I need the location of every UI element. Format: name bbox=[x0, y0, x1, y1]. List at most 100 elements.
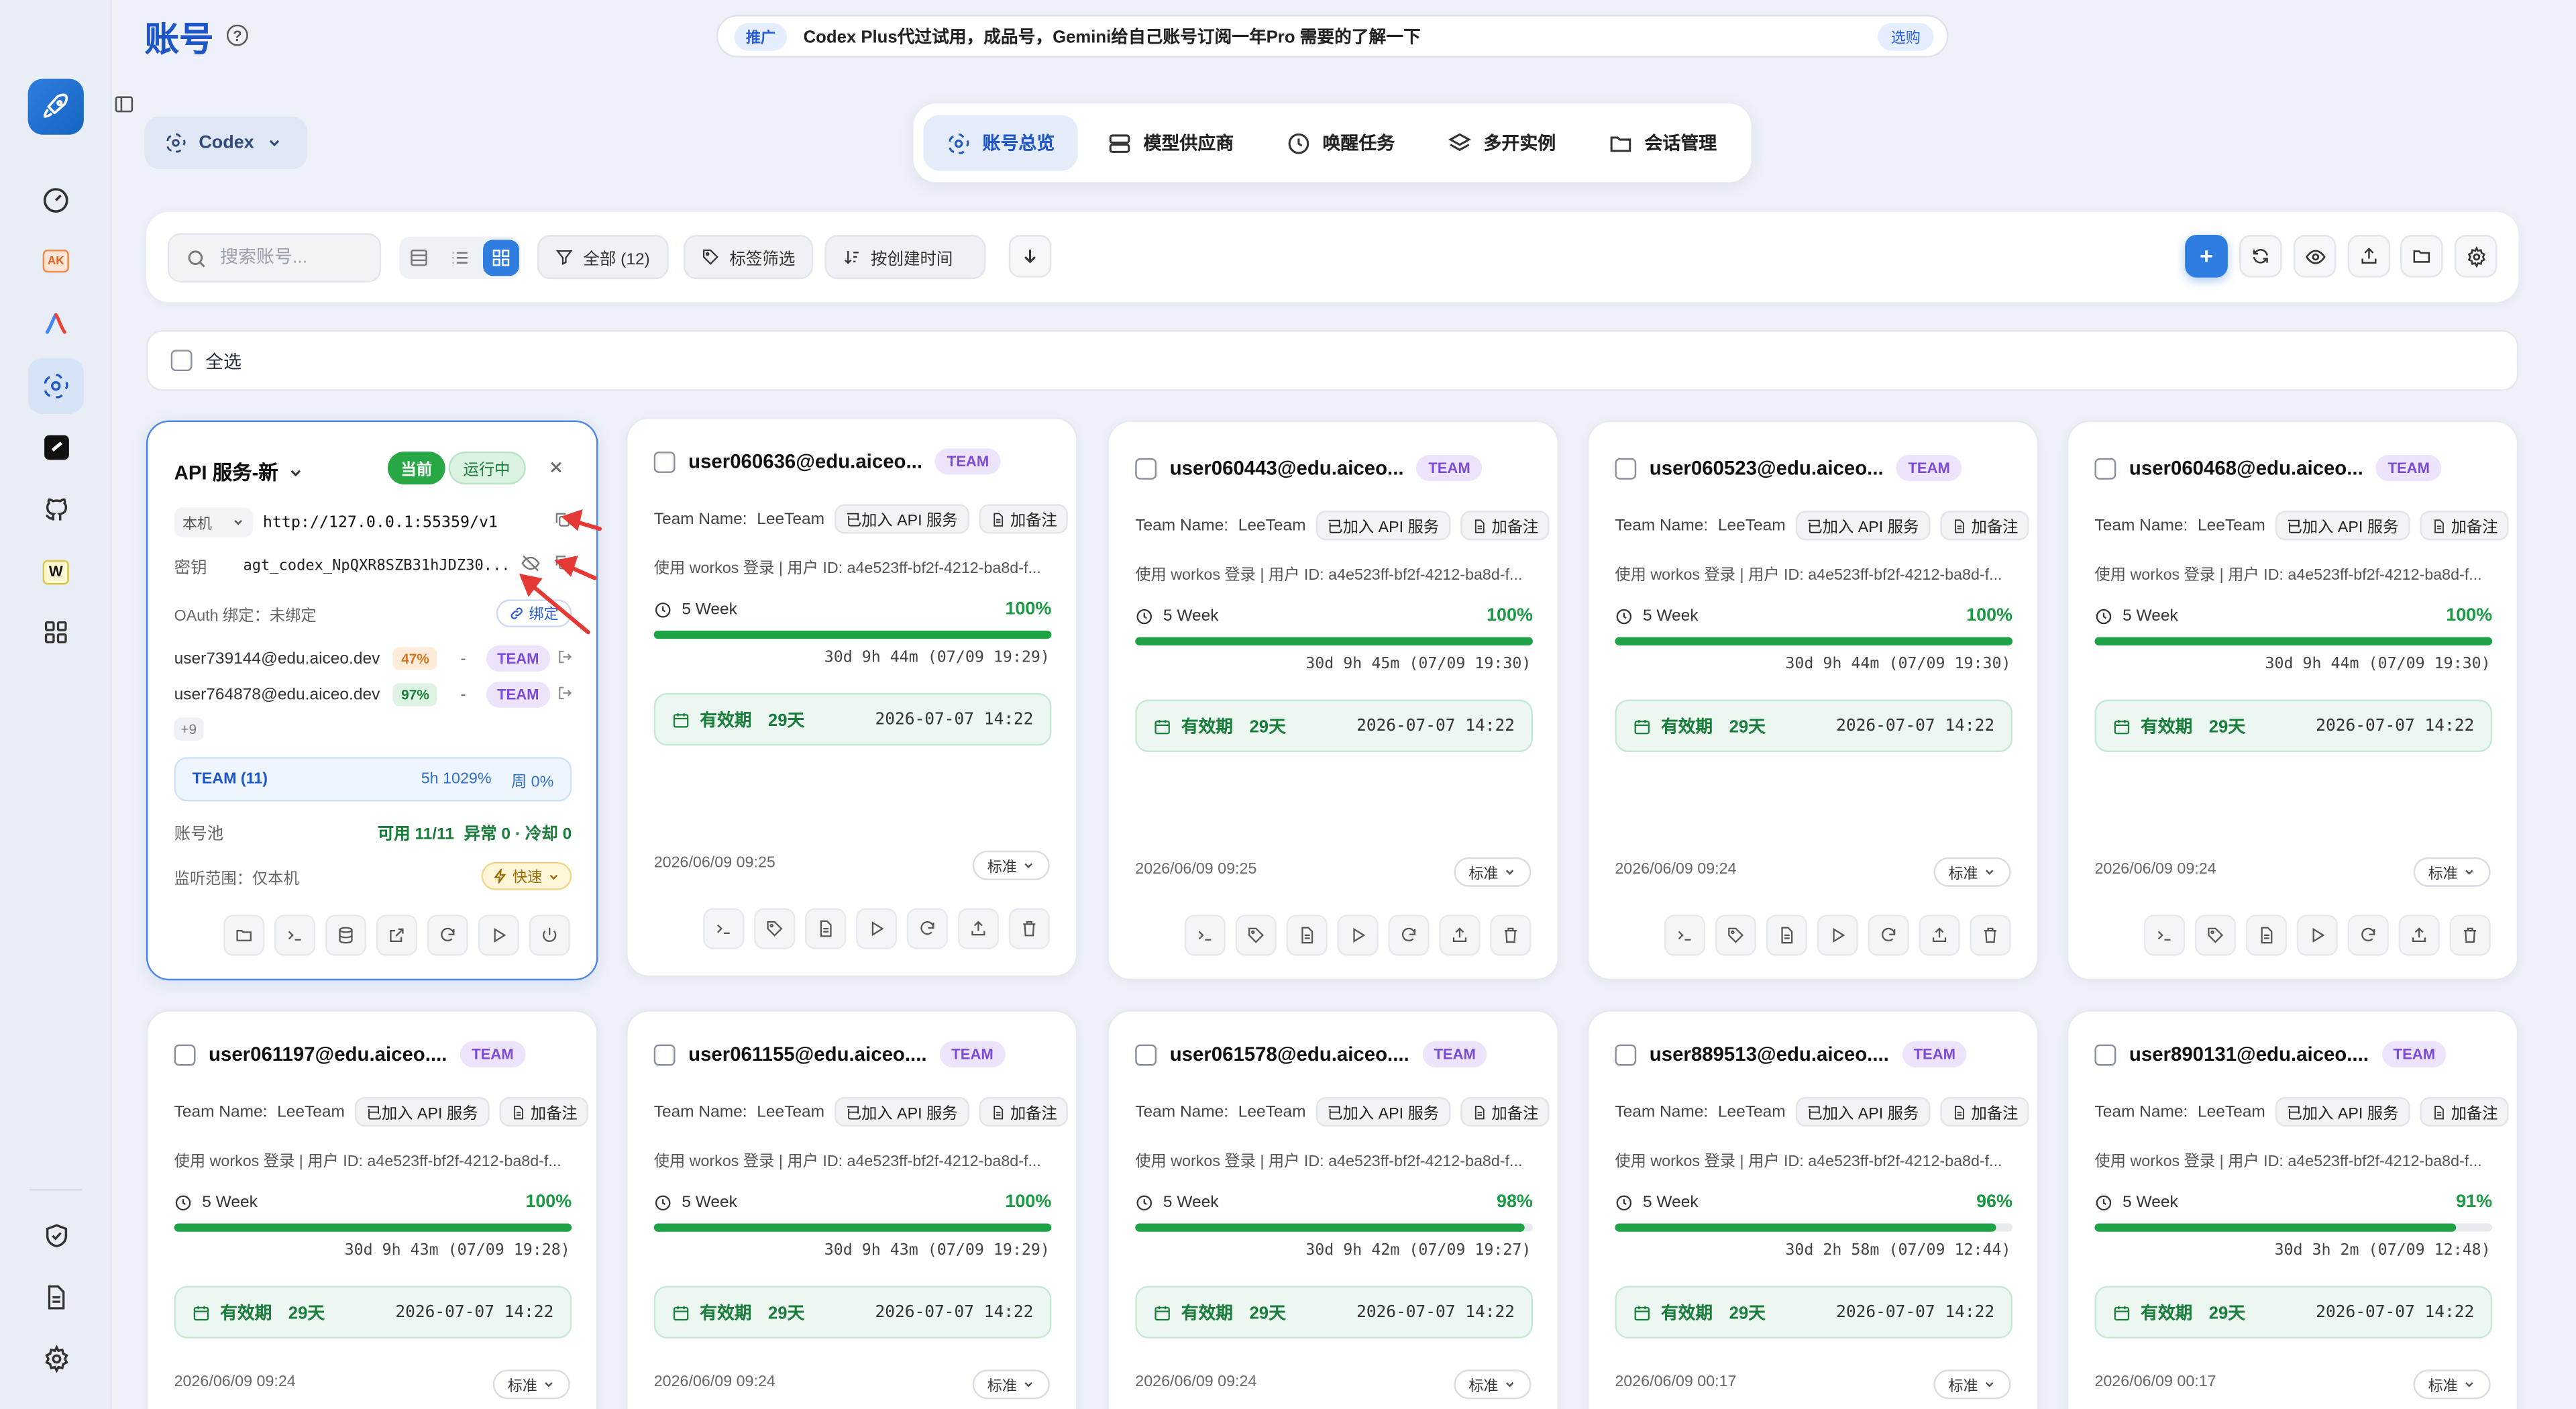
note-button[interactable] bbox=[1286, 915, 1328, 956]
api-terminal-button[interactable] bbox=[274, 915, 316, 956]
api-power-button[interactable] bbox=[529, 915, 570, 956]
tag-button[interactable] bbox=[2194, 915, 2237, 956]
note-button[interactable] bbox=[2245, 915, 2288, 956]
start-button[interactable] bbox=[1817, 915, 1858, 956]
tag-filter-button[interactable]: 标签筛选 bbox=[683, 235, 814, 280]
tag-button[interactable] bbox=[1715, 915, 1756, 956]
tab-account-overview[interactable]: 账号总览 bbox=[923, 115, 1078, 171]
add-note-button[interactable]: 加备注 bbox=[1460, 511, 1550, 541]
tab-multi-instance[interactable]: 多开实例 bbox=[1424, 115, 1578, 170]
tier-select[interactable]: 标准 bbox=[1933, 857, 2011, 887]
platform-select[interactable]: Codex bbox=[144, 116, 307, 170]
help-icon[interactable]: ? bbox=[226, 24, 248, 46]
account-card[interactable]: user890131@edu.aiceo.... TEAM Team Name:… bbox=[2066, 1010, 2519, 1409]
refresh-button[interactable] bbox=[1388, 915, 1430, 956]
tier-select[interactable]: 标准 bbox=[1454, 1369, 1532, 1400]
delete-button[interactable] bbox=[1970, 915, 2011, 956]
terminal-button[interactable] bbox=[1664, 915, 1706, 956]
sidebar-toggle-button[interactable] bbox=[113, 94, 136, 120]
tab-session-management[interactable]: 会话管理 bbox=[1585, 115, 1739, 170]
tier-select[interactable]: 标准 bbox=[2413, 857, 2491, 887]
account-checkbox[interactable] bbox=[1135, 1043, 1157, 1065]
close-card-button[interactable] bbox=[547, 458, 566, 481]
account-card[interactable]: user060443@edu.aiceo... TEAM Team Name: … bbox=[1107, 420, 1560, 981]
start-button[interactable] bbox=[1337, 915, 1379, 956]
sidebar-item-ak[interactable]: AK bbox=[28, 233, 84, 289]
add-note-button[interactable]: 加备注 bbox=[979, 1096, 1069, 1127]
export-button[interactable] bbox=[1439, 915, 1481, 956]
start-button[interactable] bbox=[2296, 915, 2338, 956]
tag-button[interactable] bbox=[754, 908, 796, 949]
account-checkbox[interactable] bbox=[653, 1043, 676, 1065]
api-service-title[interactable]: API 服务-新 bbox=[174, 458, 305, 486]
add-note-button[interactable]: 加备注 bbox=[1940, 511, 2030, 541]
add-note-button[interactable]: 加备注 bbox=[499, 1096, 589, 1127]
tier-select[interactable]: 标准 bbox=[972, 850, 1050, 880]
export-button[interactable] bbox=[2398, 915, 2440, 956]
more-accounts-badge[interactable]: +9 bbox=[174, 717, 203, 741]
delete-button[interactable] bbox=[1008, 908, 1050, 949]
sidebar-item-github[interactable] bbox=[28, 481, 84, 537]
account-card[interactable]: user060523@edu.aiceo... TEAM Team Name: … bbox=[1587, 420, 2039, 981]
view-grid-button[interactable] bbox=[482, 240, 519, 276]
sidebar-item-codex[interactable] bbox=[28, 358, 84, 414]
start-button[interactable] bbox=[855, 908, 898, 949]
note-button[interactable] bbox=[805, 908, 847, 949]
account-checkbox[interactable] bbox=[174, 1043, 196, 1065]
account-card[interactable]: user889513@edu.aiceo.... TEAM Team Name:… bbox=[1587, 1010, 2039, 1409]
tier-select[interactable]: 标准 bbox=[2413, 1369, 2491, 1400]
tab-wake-tasks[interactable]: 唤醒任务 bbox=[1263, 115, 1417, 170]
add-note-button[interactable]: 加备注 bbox=[2420, 511, 2510, 541]
refresh-button[interactable] bbox=[1868, 915, 1909, 956]
sidebar-item-logs[interactable] bbox=[28, 1269, 84, 1325]
terminal-button[interactable] bbox=[2143, 915, 2186, 956]
refresh-button[interactable] bbox=[2239, 235, 2282, 278]
tier-select[interactable]: 标准 bbox=[1454, 857, 1532, 887]
account-checkbox[interactable] bbox=[1615, 1043, 1637, 1065]
toggle-visibility-button[interactable] bbox=[2293, 235, 2337, 278]
sort-direction-button[interactable] bbox=[1008, 235, 1052, 278]
host-select[interactable]: 本机 bbox=[174, 507, 254, 537]
view-compact-button[interactable] bbox=[401, 240, 437, 276]
sidebar-item-windsurf[interactable]: W bbox=[28, 543, 84, 599]
account-card[interactable]: user061197@edu.aiceo.... TEAM Team Name:… bbox=[146, 1010, 598, 1409]
account-checkbox[interactable] bbox=[2094, 1043, 2116, 1065]
sidebar-item-apps[interactable] bbox=[28, 605, 84, 660]
tier-select[interactable]: 标准 bbox=[972, 1369, 1050, 1400]
account-card[interactable]: user061578@edu.aiceo.... TEAM Team Name:… bbox=[1107, 1010, 1560, 1409]
export-button[interactable] bbox=[957, 908, 999, 949]
account-card[interactable]: user060636@edu.aiceo... TEAM Team Name: … bbox=[626, 417, 1078, 978]
tier-select[interactable]: 标准 bbox=[1933, 1369, 2011, 1400]
api-database-button[interactable] bbox=[325, 915, 367, 956]
speed-select[interactable]: 快速 bbox=[481, 862, 572, 890]
note-button[interactable] bbox=[1766, 915, 1807, 956]
delete-button[interactable] bbox=[1490, 915, 1532, 956]
api-refresh-button[interactable] bbox=[427, 915, 468, 956]
filter-all-button[interactable]: 全部 (12) bbox=[537, 235, 668, 280]
sidebar-item-dashboard[interactable] bbox=[28, 172, 84, 228]
promo-buy-link[interactable]: 选购 bbox=[1878, 22, 1934, 50]
remove-account-button[interactable] bbox=[557, 684, 573, 705]
search-input[interactable] bbox=[220, 248, 368, 268]
app-logo[interactable] bbox=[28, 79, 84, 135]
promo-banner[interactable]: 推广 Codex Plus代过试用，成品号，Gemini给自己账号订阅一年Pro… bbox=[716, 15, 1949, 58]
sidebar-item-settings[interactable] bbox=[28, 1330, 84, 1386]
sort-select[interactable]: 按创建时间 bbox=[824, 235, 986, 280]
api-start-button[interactable] bbox=[478, 915, 519, 956]
sidebar-item-security[interactable] bbox=[28, 1207, 84, 1263]
settings-button[interactable] bbox=[2454, 235, 2498, 278]
add-note-button[interactable]: 加备注 bbox=[2420, 1096, 2510, 1127]
select-all-checkbox[interactable] bbox=[170, 350, 193, 372]
open-folder-button[interactable] bbox=[2400, 235, 2443, 278]
account-checkbox[interactable] bbox=[1615, 457, 1637, 479]
view-list-button[interactable] bbox=[442, 240, 478, 276]
tier-select[interactable]: 标准 bbox=[492, 1369, 570, 1400]
export-button[interactable] bbox=[1919, 915, 1960, 956]
api-external-link-button[interactable] bbox=[376, 915, 418, 956]
account-card[interactable]: user061155@edu.aiceo.... TEAM Team Name:… bbox=[626, 1010, 1078, 1409]
api-open-folder-button[interactable] bbox=[223, 915, 265, 956]
add-note-button[interactable]: 加备注 bbox=[1940, 1096, 2030, 1127]
tag-button[interactable] bbox=[1235, 915, 1277, 956]
sidebar-item-antigravity[interactable] bbox=[28, 296, 84, 352]
add-note-button[interactable]: 加备注 bbox=[1460, 1096, 1550, 1127]
